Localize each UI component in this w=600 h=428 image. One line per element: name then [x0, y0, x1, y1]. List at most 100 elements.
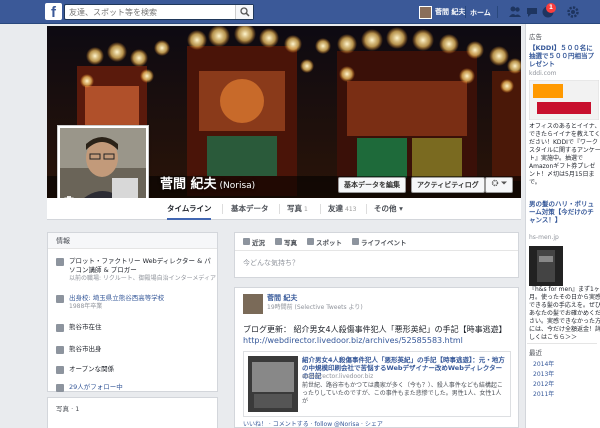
tab-count: 413 [345, 206, 357, 213]
avatar[interactable] [243, 294, 263, 314]
composer-tab-status[interactable]: 近況 [243, 238, 265, 247]
work-sub: 以前の職場: リクルート、御殿場自治インターメディア [69, 275, 216, 282]
update-info-button[interactable]: 基本データを編集 [338, 177, 406, 193]
notification-badge: 1 [546, 3, 556, 13]
composer-tab-place[interactable]: スポット [307, 238, 342, 247]
relationship-text: オープンな関係 [69, 365, 115, 373]
divider [366, 204, 367, 214]
briefcase-icon [56, 258, 64, 266]
tab-photos[interactable]: 写真 1 [287, 198, 308, 220]
hometown-text: 熊谷市出身 [69, 345, 102, 353]
ad-body: 『h&s for men』まず1ヶ月。使ったその日から実感できる髪の手応えを。ぜ… [529, 286, 600, 341]
divider [279, 204, 280, 214]
followers-link[interactable]: 29人がフォロー中 [69, 383, 123, 391]
article-thumbnail-image [248, 356, 298, 412]
profile-alt-name: (Norisa) [219, 181, 256, 191]
hometown-item: 熊谷市出身 [56, 345, 216, 354]
post-body: ブログ更新： 紹介男女4人殺傷事件犯人「悪形英紀」の手記【時事逃遊】 http:… [243, 324, 513, 346]
tab-about[interactable]: 基本データ [231, 198, 269, 220]
lives-in-item: 熊谷市在住 [56, 323, 216, 332]
messages-icon[interactable] [525, 5, 539, 19]
composer-tab-label: 写真 [284, 238, 297, 247]
education-link[interactable]: 出身校: 埼玉県立熊谷西高等学校 [69, 294, 164, 302]
tab-label: 友達 [328, 204, 343, 213]
post-author[interactable]: 菅間 紀夫 [267, 294, 363, 303]
activity-log-label: アクティビティログ [417, 181, 479, 189]
settings-gear-icon[interactable] [566, 5, 580, 19]
heart-icon [56, 366, 64, 374]
avatar [419, 5, 432, 19]
profile-name: 菅間 紀夫 (Norisa) [160, 173, 255, 192]
composer-tab-label: 近況 [252, 238, 265, 247]
tab-label: その他 [374, 204, 397, 213]
photos-card: 写真 · 1 [47, 397, 218, 428]
post-header: 菅間 紀夫 19時間前 (Selective Tweets より) [243, 294, 363, 314]
composer-tab-life-event[interactable]: ライフイベント [352, 238, 407, 247]
facebook-logo-icon[interactable]: f [45, 3, 62, 21]
ads-header: 広告 [529, 33, 542, 41]
profile-name-text: 菅間 紀夫 [160, 177, 217, 192]
search-input[interactable] [65, 5, 230, 19]
friend-requests-icon[interactable] [508, 5, 522, 19]
tab-more[interactable]: その他 ▾ [374, 198, 403, 220]
ad-image[interactable] [529, 80, 599, 120]
year-link[interactable]: 2011年 [527, 390, 597, 400]
timeline-years-nav: 最近 2014年 2013年 2012年 2011年 [527, 343, 597, 400]
divider [222, 204, 223, 214]
education-item: 出身校: 埼玉県立熊谷西高等学校 1988年卒業 [56, 294, 216, 311]
status-input[interactable]: 今どんな気持ち？ [235, 251, 518, 275]
activity-log-button[interactable]: アクティビティログ [411, 177, 485, 193]
ad-title[interactable]: 【KDDI】５００名に抽選で５００円相当プレゼント [529, 44, 599, 68]
years-header[interactable]: 最近 [527, 343, 597, 360]
post-actions[interactable]: いいね！ · コメントする · follow @Norisa · シェア [243, 419, 383, 428]
tab-friends[interactable]: 友達 413 [328, 198, 356, 220]
rss-icon [56, 384, 64, 392]
year-link[interactable]: 2012年 [527, 380, 597, 390]
home-icon [56, 324, 64, 332]
composer-tab-label: ライフイベント [361, 238, 407, 247]
intro-card: 情報 プロット・ファクトリー Webディレクター & パソコン講師 & プロガー… [47, 232, 218, 392]
followers-item: 29人がフォロー中 [56, 383, 216, 392]
link-preview[interactable]: 紹介男女4人殺傷事件犯人「悪形英紀」の手記【時事逃遊】：元・地方の中規模印刷会社… [243, 351, 511, 417]
tab-count: 1 [304, 206, 308, 213]
ad-title[interactable]: 男の髪のハリ・ボリューム対策【今だけのチャンス！】 [529, 200, 599, 224]
profile-photo [60, 128, 146, 208]
search-box[interactable] [64, 4, 254, 20]
home-link[interactable]: ホーム [470, 8, 491, 18]
year-link[interactable]: 2013年 [527, 370, 597, 380]
search-icon [240, 7, 250, 17]
year-link[interactable]: 2014年 [527, 360, 597, 370]
top-nav-bar: f 菅間 紀夫 ホーム 1 [0, 0, 600, 24]
flag-icon [352, 238, 359, 245]
tab-label: 写真 [287, 204, 302, 213]
post-timestamp[interactable]: 19時間前 (Selective Tweets より) [267, 303, 363, 312]
gear-dropdown-icon [491, 179, 507, 187]
composer-tabs: 近況 写真 スポット ライフイベント [235, 233, 518, 251]
location-pin-icon [307, 238, 314, 245]
search-button[interactable] [235, 5, 253, 19]
profile-link[interactable]: 菅間 紀夫 [419, 5, 465, 19]
more-options-button[interactable] [485, 177, 513, 193]
education-sub: 1988年卒業 [69, 303, 103, 310]
photo-icon [275, 238, 282, 245]
ad-image[interactable] [529, 246, 563, 286]
work-item: プロット・ファクトリー Webディレクター & パソコン講師 & プロガー 以前の… [56, 257, 216, 283]
ad-url: hs-men.jp [529, 234, 559, 241]
tab-label: 基本データ [231, 204, 269, 213]
post-text: ブログ更新： 紹介男女4人殺傷事件犯人「悪形英紀」の手記【時事逃遊】 [243, 325, 507, 334]
profile-tabs: タイムライン 基本データ 写真 1 友達 413 その他 ▾ [47, 198, 521, 220]
status-composer: 近況 写真 スポット ライフイベント 今どんな気持ち？ [234, 232, 519, 278]
link-thumbnail [248, 356, 298, 412]
lives-in-text: 熊谷市在住 [69, 323, 102, 331]
ad-url: kddi.com [529, 70, 557, 77]
composer-tab-photo[interactable]: 写真 [275, 238, 297, 247]
post-link[interactable]: http://webdirector.livedoor.biz/archives… [243, 336, 463, 345]
ad-body: オフィスのあるとイイナ、できたらイイナを教えてください！KDDIで『ワークスタイ… [529, 123, 600, 186]
photos-title[interactable]: 写真 · 1 [48, 398, 217, 418]
tab-label: タイムライン [167, 204, 212, 213]
tab-timeline[interactable]: タイムライン [167, 198, 212, 220]
school-icon [56, 295, 64, 303]
divider [465, 6, 466, 18]
divider [497, 6, 498, 18]
composer-tab-label: スポット [316, 238, 342, 247]
